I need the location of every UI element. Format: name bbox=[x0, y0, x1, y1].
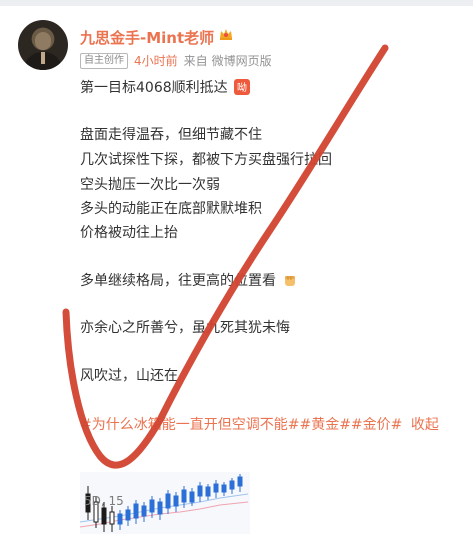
content-line: 多头的动能正在底部默默堆积 bbox=[80, 201, 262, 217]
content-line: 亦余心之所善兮，虽九死其犹未悔 bbox=[80, 320, 290, 336]
content-line: 盘面走得温吞，但细节藏不住 bbox=[80, 127, 262, 143]
collapse-link[interactable]: 收起 bbox=[411, 417, 439, 433]
chart-thumbnail-label: 5D, 15 bbox=[84, 494, 124, 508]
original-badge: 自主创作 bbox=[80, 52, 128, 69]
fist-emoji-icon bbox=[285, 276, 296, 286]
content-line: 价格被动往上抬 bbox=[80, 225, 178, 241]
crown-icon bbox=[220, 29, 232, 40]
content-line: 风吹过，山还在 bbox=[80, 368, 178, 384]
content-line: 空头抛压一次比一次弱 bbox=[80, 177, 220, 193]
content-line: 多单继续格局，往更高的位置看 bbox=[80, 271, 298, 291]
username-link[interactable]: 九思金手-Mint老师 bbox=[80, 27, 214, 48]
content-line: 几次试探性下探，都被下方买盘强行拉回 bbox=[80, 152, 332, 168]
topic-tags[interactable]: #为什么冰箱能一直开但空调不能##黄金##金价# 收起 bbox=[80, 414, 439, 434]
topic-tag-links[interactable]: #为什么冰箱能一直开但空调不能##黄金##金价# bbox=[80, 417, 402, 433]
chart-thumbnail[interactable]: 5D, 15 bbox=[80, 472, 250, 534]
source-label: 微博网页版 bbox=[211, 54, 272, 68]
laugh-emoji-icon: 呦 bbox=[234, 79, 251, 95]
post-time-link[interactable]: 4小时前 bbox=[134, 52, 178, 69]
weibo-post-card: 九思金手-Mint老师 自主创作 4小时前 来自 微博网页版 第一目标4068顺… bbox=[0, 0, 473, 534]
top-divider bbox=[0, 0, 473, 6]
content-line: 第一目标4068顺利抵达 呦 bbox=[80, 78, 251, 98]
post-meta: 自主创作 4小时前 来自 微博网页版 bbox=[80, 52, 272, 69]
from-label: 来自 bbox=[183, 54, 208, 68]
svg-text:呦: 呦 bbox=[237, 81, 247, 94]
avatar[interactable] bbox=[18, 20, 68, 70]
